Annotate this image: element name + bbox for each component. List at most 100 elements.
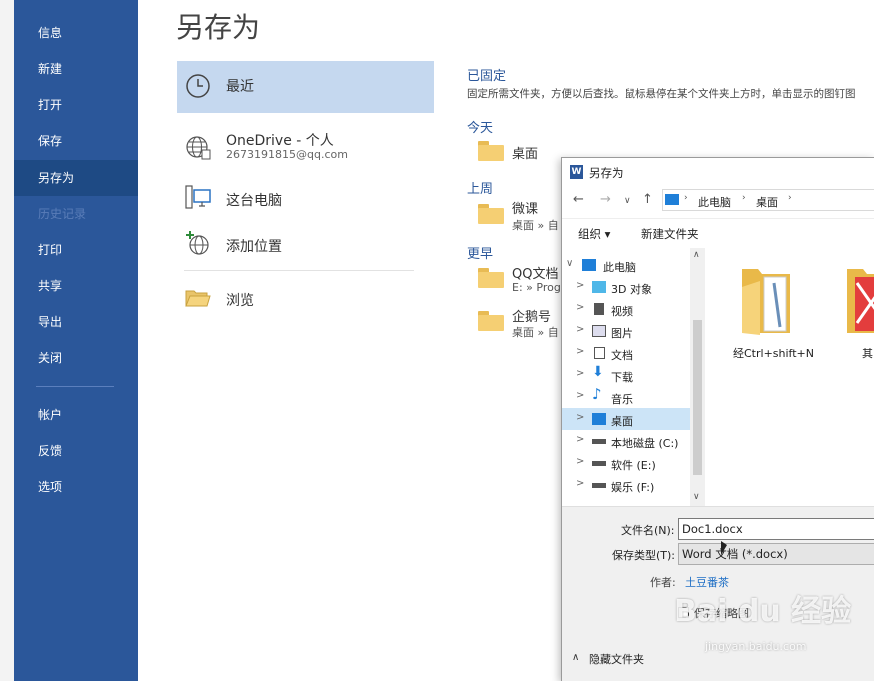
nav-export[interactable]: 导出: [14, 304, 138, 340]
last-week-heading: 上周: [467, 182, 494, 197]
breadcrumb-separator-icon: ›: [788, 193, 792, 203]
nav-new[interactable]: 新建: [14, 51, 138, 87]
nav-close[interactable]: 关闭: [14, 340, 138, 376]
nav-account[interactable]: 帐户: [14, 397, 138, 433]
nav-info[interactable]: 信息: [14, 15, 138, 51]
watermark-url: jingyan.baidu.com: [705, 640, 807, 653]
scroll-up-icon[interactable]: ∧: [693, 250, 700, 260]
tree-item-label: 娱乐 (F:): [611, 481, 655, 494]
nav-feedback[interactable]: 反馈: [14, 433, 138, 469]
folder-icon[interactable]: [478, 268, 504, 288]
tree-expand-icon[interactable]: >: [576, 280, 584, 291]
tree-item-label: 软件 (E:): [611, 459, 656, 472]
location-label: OneDrive - 个人: [226, 133, 334, 149]
tree-item-music[interactable]: > ♪ 音乐: [562, 386, 690, 408]
content-folder-item[interactable]: [845, 263, 874, 338]
tree-item-drive-c[interactable]: > 本地磁盘 (C:): [562, 430, 690, 452]
word-app-icon: W: [570, 165, 583, 179]
nav-options[interactable]: 选项: [14, 469, 138, 505]
breadcrumb-this-pc[interactable]: 此电脑: [698, 194, 731, 210]
folder-name[interactable]: 企鹅号: [512, 306, 551, 325]
nav-save-as[interactable]: 另存为: [14, 160, 138, 196]
hide-folders-button[interactable]: 隐藏文件夹: [589, 651, 644, 667]
location-onedrive[interactable]: OneDrive - 个人 2673191815@qq.com: [177, 122, 434, 174]
tree-item-label: 下载: [611, 371, 633, 384]
filename-label: 文件名(N):: [621, 524, 675, 537]
location-recent[interactable]: 最近: [177, 61, 434, 113]
forward-arrow-icon[interactable]: →: [600, 192, 611, 207]
nav-history: 历史记录: [38, 207, 87, 221]
download-icon: ⬇: [592, 364, 604, 380]
location-label: 添加位置: [226, 239, 282, 255]
location-browse[interactable]: 浏览: [177, 272, 434, 324]
location-this-pc[interactable]: 这台电脑: [177, 172, 434, 224]
folder-name[interactable]: 微课: [512, 198, 538, 217]
tree-expand-icon[interactable]: ∨: [566, 258, 573, 269]
desktop-icon: [592, 413, 606, 425]
folder-name[interactable]: 桌面: [512, 143, 538, 162]
tree-expand-icon[interactable]: >: [576, 302, 584, 313]
organize-button[interactable]: 组织 ▾: [578, 226, 610, 242]
today-heading: 今天: [467, 121, 494, 136]
tree-expand-icon[interactable]: >: [576, 434, 584, 445]
tree-item-label: 图片: [611, 327, 633, 340]
clock-icon: [186, 74, 210, 98]
recent-dropdown-icon[interactable]: ∨: [624, 196, 631, 206]
folder-icon[interactable]: [478, 311, 504, 331]
tree-expand-icon[interactable]: >: [576, 478, 584, 489]
tree-item-documents[interactable]: > 文档: [562, 342, 690, 364]
tree-expand-icon[interactable]: >: [576, 412, 584, 423]
tree-item-videos[interactable]: > 视频: [562, 298, 690, 320]
picture-icon: [592, 325, 606, 337]
content-item-label: 经Ctrl+shift+N: [733, 347, 814, 360]
tree-item-drive-f[interactable]: > 娱乐 (F:): [562, 474, 690, 496]
tree-expand-icon[interactable]: >: [576, 456, 584, 467]
earlier-heading: 更早: [467, 247, 494, 262]
collapse-up-icon[interactable]: ∧: [572, 652, 579, 663]
tree-item-desktop[interactable]: > 桌面: [562, 408, 690, 430]
tree-item-3d-objects[interactable]: > 3D 对象: [562, 276, 690, 298]
tree-expand-icon[interactable]: >: [576, 324, 584, 335]
scroll-down-icon[interactable]: ∨: [693, 492, 700, 502]
computer-icon: [185, 185, 211, 209]
tree-scroll-thumb[interactable]: [693, 320, 702, 475]
location-add-place[interactable]: 添加位置: [177, 218, 434, 270]
tree-item-label: 文档: [611, 349, 633, 362]
author-label: 作者:: [650, 576, 676, 589]
pc-icon: [665, 194, 679, 205]
cube-icon: [592, 281, 606, 293]
tree-expand-icon[interactable]: >: [576, 346, 584, 357]
open-folder-icon: [185, 290, 211, 307]
filetype-select[interactable]: Word 文档 (*.docx): [678, 543, 874, 565]
up-arrow-icon[interactable]: ↑: [642, 192, 653, 207]
folder-path: 桌面 » 自: [512, 219, 559, 232]
tree-item-drive-e[interactable]: > 软件 (E:): [562, 452, 690, 474]
window-edge: [0, 0, 14, 681]
nav-save[interactable]: 保存: [14, 123, 138, 159]
tree-item-downloads[interactable]: > ⬇ 下载: [562, 364, 690, 386]
location-label: 最近: [226, 79, 254, 95]
nav-open[interactable]: 打开: [14, 87, 138, 123]
new-folder-button[interactable]: 新建文件夹: [641, 226, 699, 242]
folder-icon[interactable]: [478, 141, 504, 161]
breadcrumb-desktop[interactable]: 桌面: [756, 194, 778, 210]
tree-item-label: 音乐: [611, 393, 633, 406]
content-folder-item[interactable]: [740, 263, 792, 338]
nav-share[interactable]: 共享: [14, 268, 138, 304]
nav-print[interactable]: 打印: [14, 232, 138, 268]
tree-item-this-pc[interactable]: ∨ 此电脑: [562, 254, 690, 276]
address-bar[interactable]: › 此电脑 › 桌面 ›: [662, 189, 874, 211]
tree-expand-icon[interactable]: >: [576, 368, 584, 379]
tree-item-pictures[interactable]: > 图片: [562, 320, 690, 342]
folder-name[interactable]: QQ文档: [512, 263, 558, 282]
music-icon: ♪: [592, 385, 602, 403]
document-icon: [594, 347, 605, 359]
filename-input[interactable]: Doc1.docx: [678, 518, 874, 540]
folder-icon: [847, 269, 874, 333]
page-title: 另存为: [176, 11, 261, 44]
dialog-title: 另存为: [589, 166, 624, 180]
tree-expand-icon[interactable]: >: [576, 390, 584, 401]
baidu-watermark-logo: Bai du 经验: [674, 594, 852, 629]
back-arrow-icon[interactable]: ←: [573, 192, 584, 207]
folder-icon[interactable]: [478, 204, 504, 224]
